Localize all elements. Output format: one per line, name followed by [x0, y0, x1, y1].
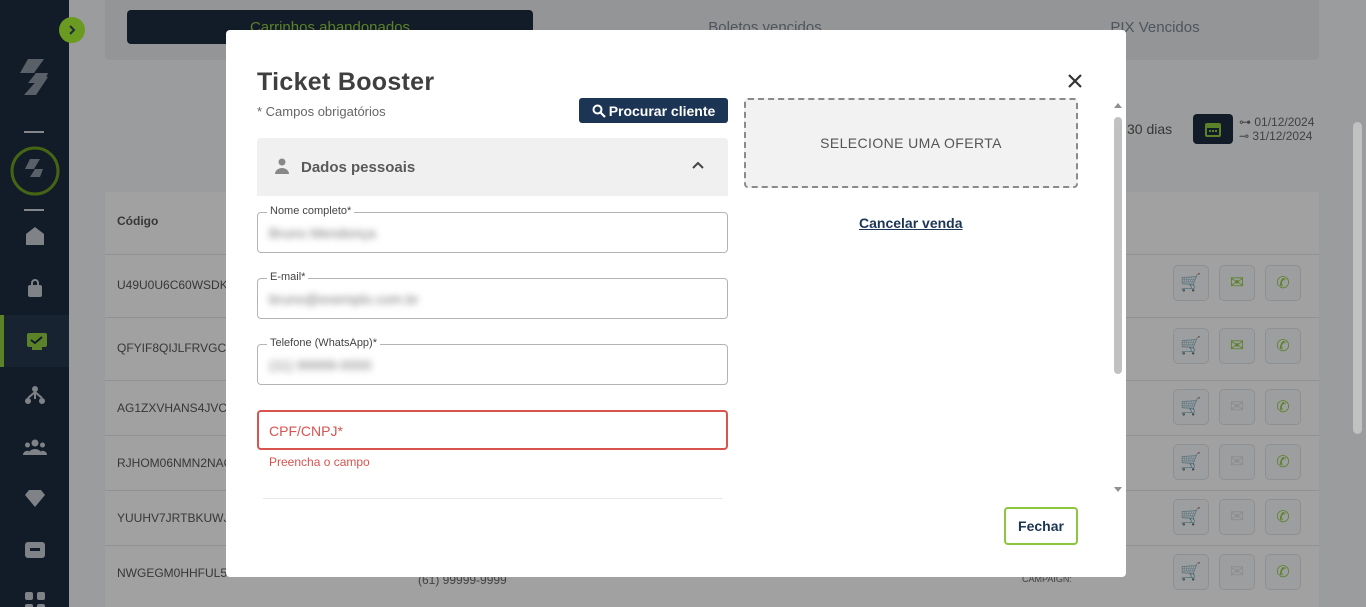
email-field[interactable]: E-mail* bruno@exemplo.com.br [257, 271, 728, 319]
chevron-up-icon [692, 161, 704, 169]
full-name-label: Nome completo* [267, 205, 355, 217]
scroll-up-arrow-icon[interactable] [1114, 103, 1122, 108]
accordion-title: Dados pessoais [301, 159, 416, 176]
chevron-right-icon [69, 25, 76, 35]
phone-value: (11) 99999-0000 [269, 357, 372, 373]
page-scrollbar[interactable] [1353, 122, 1362, 434]
search-customer-button[interactable]: Procurar cliente [579, 98, 728, 123]
person-icon [275, 158, 289, 174]
full-name-value: Bruno Mendonça [269, 225, 376, 241]
section-divider [263, 498, 723, 499]
cpf-cnpj-error: Preencha o campo [269, 455, 370, 469]
email-label: E-mail* [267, 271, 309, 283]
scroll-down-arrow-icon[interactable] [1114, 487, 1122, 492]
select-offer-box[interactable]: SELECIONE UMA OFERTA [744, 98, 1078, 188]
modal-title: Ticket Booster [257, 68, 435, 96]
required-fields-note: * Campos obrigatórios [257, 104, 386, 119]
personal-data-accordion[interactable]: Dados pessoais [257, 138, 728, 196]
phone-label: Telefone (WhatsApp)* [267, 337, 380, 349]
cpf-cnpj-placeholder: CPF/CNPJ* [269, 423, 343, 439]
cpf-cnpj-field[interactable]: CPF/CNPJ* [257, 410, 728, 450]
search-icon [592, 104, 606, 118]
email-value: bruno@exemplo.com.br [269, 291, 419, 307]
sidebar-toggle-button[interactable] [59, 17, 85, 43]
close-icon [1068, 74, 1082, 88]
cancel-sale-link[interactable]: Cancelar venda [859, 215, 963, 231]
modal-scrollbar-thumb[interactable] [1114, 117, 1122, 374]
search-customer-label: Procurar cliente [608, 102, 716, 119]
form-scroll-area: Dados pessoais Nome completo* Bruno Mend… [257, 138, 730, 500]
full-name-field[interactable]: Nome completo* Bruno Mendonça [257, 205, 728, 253]
close-button[interactable]: Fechar [1004, 507, 1078, 545]
phone-field[interactable]: Telefone (WhatsApp)* (11) 99999-0000 [257, 337, 728, 385]
ticket-booster-modal: Ticket Booster * Campos obrigatórios Pro… [226, 30, 1126, 577]
close-modal-button[interactable] [1064, 70, 1086, 92]
